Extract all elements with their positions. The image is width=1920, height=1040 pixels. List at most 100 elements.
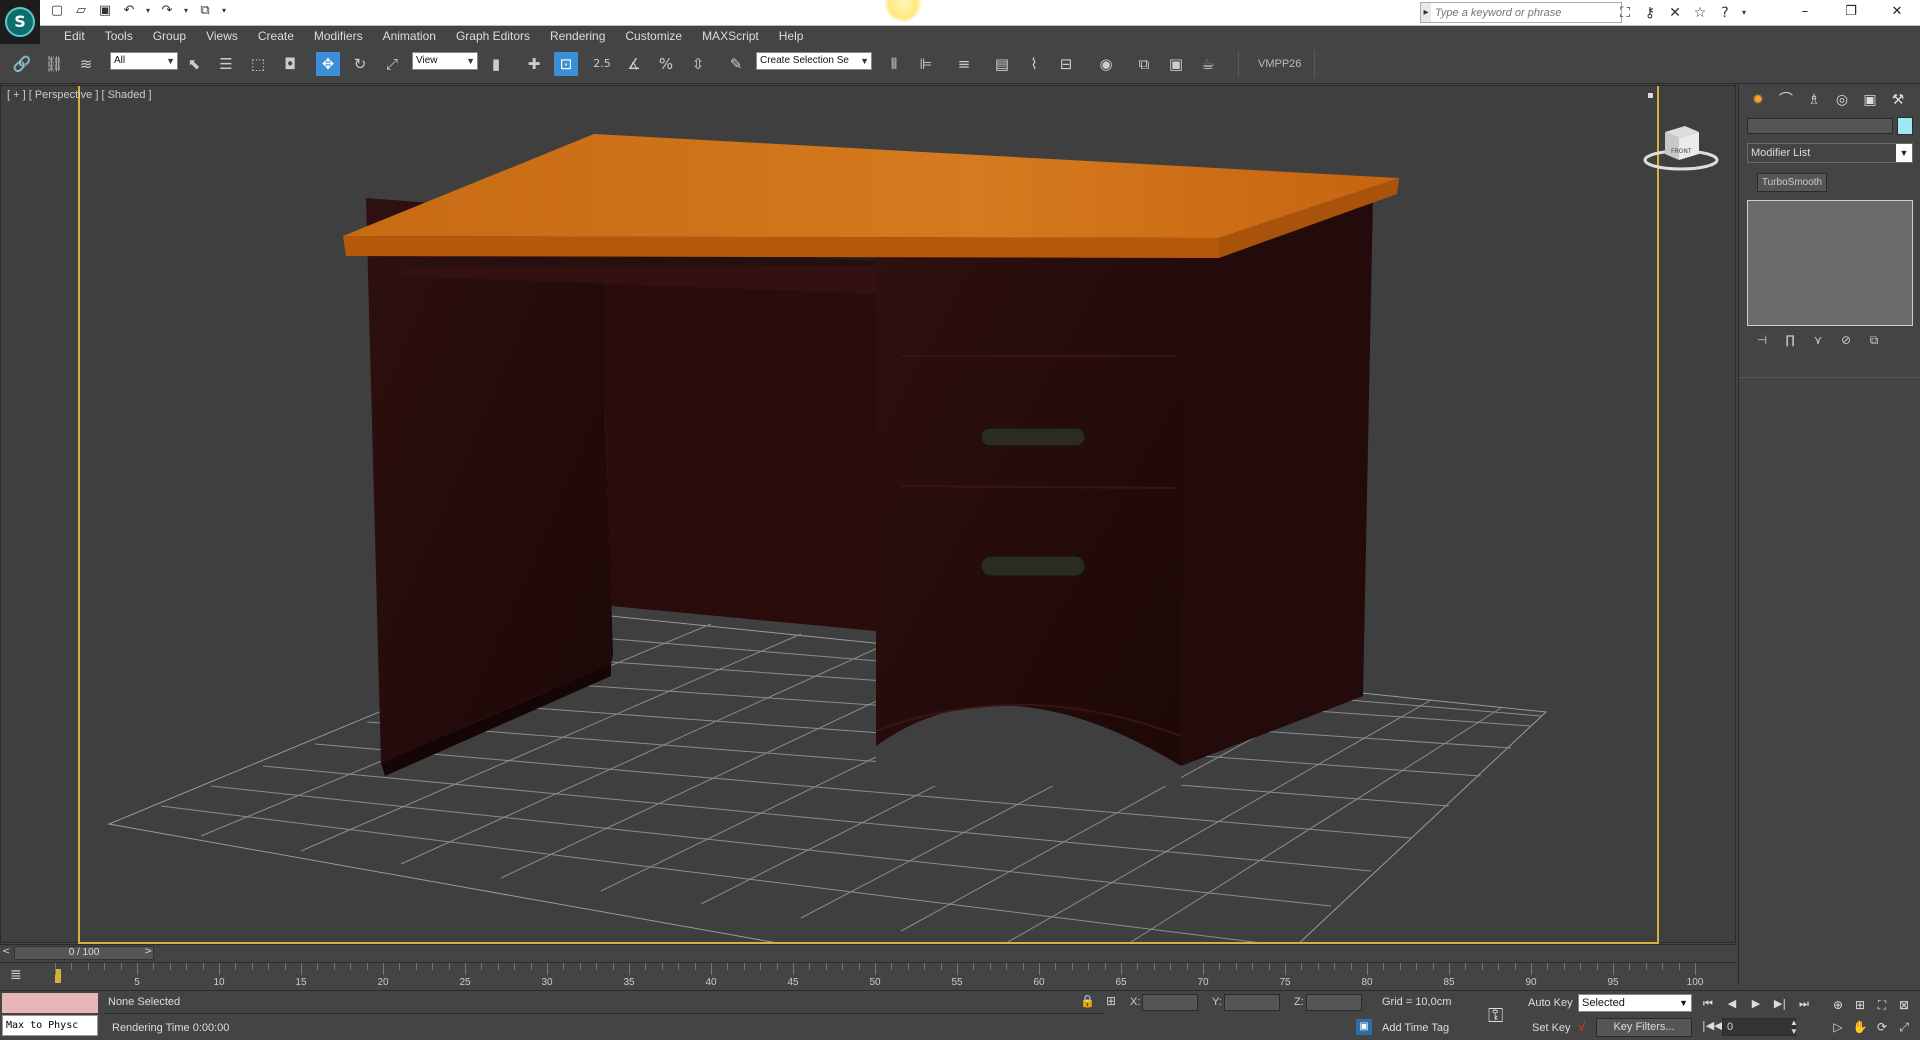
current-frame-field[interactable]: 0 xyxy=(1722,1018,1796,1036)
field-of-view-icon[interactable]: ▷ xyxy=(1828,1017,1848,1037)
time-slider-prev-icon[interactable]: < xyxy=(2,946,10,957)
search-input[interactable] xyxy=(1431,3,1621,22)
maximize-icon[interactable]: ❐ xyxy=(1828,0,1874,24)
select-manipulate-icon[interactable]: ✚ xyxy=(522,52,546,76)
spinner-snap-icon[interactable]: ⇳ xyxy=(686,52,710,76)
render-production-icon[interactable]: ☕ xyxy=(1196,52,1220,76)
viewcube[interactable]: FRONT xyxy=(1641,116,1721,175)
open-file-icon[interactable]: ▱ xyxy=(72,2,90,20)
undo-icon[interactable]: ↶ xyxy=(120,2,138,20)
configure-modifier-sets-icon[interactable]: ⧉ xyxy=(1865,333,1883,348)
create-tab-icon[interactable]: ✹ xyxy=(1747,89,1769,111)
window-crossing-icon[interactable]: ◘ xyxy=(278,52,302,76)
previous-frame-icon[interactable]: ◀ xyxy=(1722,995,1742,1013)
go-to-start-icon[interactable]: ⏮ xyxy=(1698,995,1718,1013)
angle-snap-icon[interactable]: ∡ xyxy=(622,52,646,76)
redo-icon[interactable]: ↷ xyxy=(158,2,176,20)
menu-group[interactable]: Group xyxy=(143,26,196,46)
add-time-tag[interactable]: Add Time Tag xyxy=(1382,1022,1449,1034)
modifier-list-dropdown[interactable]: Modifier List ▼ xyxy=(1747,143,1913,163)
search-expand-icon[interactable]: ▸ xyxy=(1421,7,1431,18)
snaps-toggle-icon[interactable]: 2.5 xyxy=(590,52,614,76)
redo-dropdown-icon[interactable]: ▾ xyxy=(182,2,190,20)
display-tab-icon[interactable]: ▣ xyxy=(1859,89,1881,111)
qat-customize-icon[interactable]: ▾ xyxy=(220,2,228,20)
minimize-icon[interactable]: – xyxy=(1782,0,1828,24)
frame-spinner-icon[interactable]: ▲ ▼ xyxy=(1790,1018,1798,1036)
help-dropdown-icon[interactable]: ▾ xyxy=(1740,3,1748,23)
key-mode-select[interactable]: Selected ▼ xyxy=(1578,994,1692,1012)
menu-animation[interactable]: Animation xyxy=(373,26,446,46)
menu-customize[interactable]: Customize xyxy=(615,26,692,46)
object-name-field[interactable] xyxy=(1747,118,1893,134)
zoom-extents-icon[interactable]: ⛶ xyxy=(1872,995,1892,1015)
maxscript-listener-output[interactable] xyxy=(2,993,98,1013)
y-coord-field[interactable] xyxy=(1224,994,1280,1011)
align-icon[interactable]: ⊫ xyxy=(914,52,938,76)
percent-snap-icon[interactable]: % xyxy=(654,52,678,76)
menu-edit[interactable]: Edit xyxy=(54,26,95,46)
absolute-mode-icon[interactable]: ⊞ xyxy=(1106,994,1116,1008)
zoom-all-icon[interactable]: ⊞ xyxy=(1850,995,1870,1015)
menu-create[interactable]: Create xyxy=(248,26,304,46)
set-keys-icon[interactable]: ⚿ xyxy=(1488,1003,1503,1027)
time-slider-thumb[interactable]: 0 / 100 xyxy=(14,946,154,960)
scene-explorer-icon[interactable]: ▤ xyxy=(990,52,1014,76)
show-end-result-icon[interactable]: ∏ xyxy=(1781,333,1799,348)
schematic-view-icon[interactable]: ⊟ xyxy=(1054,52,1078,76)
scale-icon[interactable]: ⤢ xyxy=(380,52,404,76)
key-mode-toggle-icon[interactable]: |◀◀ xyxy=(1702,1019,1723,1032)
application-button[interactable]: S xyxy=(0,0,40,44)
z-coord-field[interactable] xyxy=(1306,994,1362,1011)
rendered-frame-window-icon[interactable]: ▣ xyxy=(1164,52,1188,76)
time-slider[interactable]: < 0 / 100 > xyxy=(0,944,1736,961)
menu-rendering[interactable]: Rendering xyxy=(540,26,615,46)
binoculars-icon[interactable]: ⛶ xyxy=(1615,3,1635,23)
orbit-icon[interactable]: ⟳ xyxy=(1872,1017,1892,1037)
project-folder-icon[interactable]: ⧉ xyxy=(196,2,214,20)
track-ruler[interactable]: 5 10 15 20 25 30 35 40 45 50 55 60 65 70 75 80 85 90 95 100 xyxy=(55,963,1703,991)
keyboard-shortcut-override-icon[interactable]: ⊡ xyxy=(554,52,578,76)
menu-graph-editors[interactable]: Graph Editors xyxy=(446,26,540,46)
rectangular-selection-icon[interactable]: ⬚ xyxy=(246,52,270,76)
zoom-icon[interactable]: ⊕ xyxy=(1828,995,1848,1015)
select-object-icon[interactable]: ⬉ xyxy=(182,52,206,76)
reference-coordinate-select[interactable]: View ▼ xyxy=(412,52,478,70)
edit-named-selection-icon[interactable]: ✎ xyxy=(724,52,748,76)
menu-modifiers[interactable]: Modifiers xyxy=(304,26,373,46)
bind-space-warp-icon[interactable]: ≋ xyxy=(74,52,98,76)
remove-modifier-icon[interactable]: ⊘ xyxy=(1837,333,1855,348)
layer-manager-icon[interactable]: ≡ xyxy=(952,52,976,76)
track-bar[interactable]: ≣ 5 10 15 20 25 30 35 40 45 50 55 60 65 70 75 80 85 90 95 1… xyxy=(0,962,1736,990)
time-slider-next-icon[interactable]: > xyxy=(144,946,152,957)
undo-dropdown-icon[interactable]: ▾ xyxy=(144,2,152,20)
key-user-icon[interactable]: ⚷ xyxy=(1640,3,1660,23)
render-setup-icon[interactable]: ⧉ xyxy=(1132,52,1156,76)
exchange-icon[interactable]: ✕ xyxy=(1665,3,1685,23)
motion-tab-icon[interactable]: ◎ xyxy=(1831,89,1853,111)
auto-key-button[interactable]: Auto Key xyxy=(1528,997,1573,1009)
x-coord-field[interactable] xyxy=(1142,994,1198,1011)
save-file-icon[interactable]: ▣ xyxy=(96,2,114,20)
material-editor-icon[interactable]: ◉ xyxy=(1094,52,1118,76)
selection-filter-select[interactable]: All ▼ xyxy=(110,52,178,70)
viewport-maximize-icon[interactable]: ▪ xyxy=(1647,90,1654,101)
object-color-swatch[interactable] xyxy=(1897,117,1913,135)
rotate-icon[interactable]: ↻ xyxy=(348,52,372,76)
play-icon[interactable]: ▶ xyxy=(1746,995,1766,1013)
make-unique-icon[interactable]: ⋎ xyxy=(1809,333,1827,348)
default-in-out-tangent-icon[interactable]: √ xyxy=(1578,1019,1585,1034)
zoom-extents-all-icon[interactable]: ⊠ xyxy=(1894,995,1914,1015)
move-icon[interactable]: ✥ xyxy=(316,52,340,76)
menu-tools[interactable]: Tools xyxy=(95,26,143,46)
turbosmooth-button[interactable]: TurboSmooth xyxy=(1757,173,1827,192)
new-file-icon[interactable]: ▢ xyxy=(48,2,66,20)
curve-editor-icon[interactable]: ⌇ xyxy=(1022,52,1046,76)
pivot-center-icon[interactable]: ▮ xyxy=(484,52,508,76)
viewport-label-menu[interactable]: [ + ] [ Perspective ] [ Shaded ] xyxy=(7,89,152,101)
link-icon[interactable]: 🔗 xyxy=(10,52,34,76)
hierarchy-tab-icon[interactable]: ♗ xyxy=(1803,89,1825,111)
close-icon[interactable]: ✕ xyxy=(1874,0,1920,24)
modify-tab-icon[interactable]: ⌒ xyxy=(1775,89,1797,111)
pin-stack-icon[interactable]: ⊣ xyxy=(1753,333,1771,348)
